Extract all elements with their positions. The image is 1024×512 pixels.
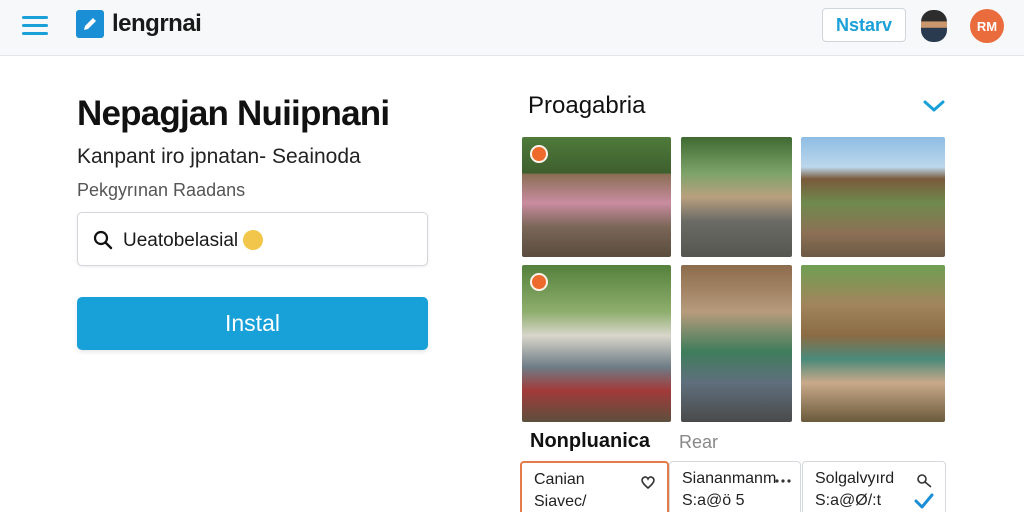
- tab-inactive[interactable]: Rear: [679, 432, 718, 453]
- install-button[interactable]: Instal: [77, 297, 428, 350]
- page-subtitle: Kanpant iro jpnatan- Seainoda: [77, 145, 361, 168]
- user-avatar[interactable]: RM: [970, 9, 1004, 43]
- photo-crowd-road[interactable]: [522, 265, 671, 422]
- card-subtitle: S:a@ö 5: [682, 492, 745, 509]
- search-icon: [93, 230, 113, 250]
- check-icon: [914, 493, 934, 509]
- option-card-selected[interactable]: Canian Siavec/: [520, 461, 669, 512]
- card-title: Siananmanm: [682, 470, 777, 487]
- header-nav-button[interactable]: Nstarv: [822, 8, 906, 42]
- heart-icon[interactable]: [639, 473, 657, 491]
- gallery-title: Proagabria: [528, 92, 646, 119]
- app-name: lengrnai: [112, 10, 202, 37]
- photo-thatched-hut[interactable]: [801, 265, 945, 422]
- pencil-logo-icon: [76, 10, 104, 38]
- card-title: Canian: [534, 471, 585, 488]
- tab-active[interactable]: Nonpluanica: [530, 430, 650, 453]
- card-subtitle: S:a@Ø/:t: [815, 492, 882, 509]
- photo-motorbikes[interactable]: [801, 137, 945, 257]
- top-header: lengrnai Nstarv RM: [0, 0, 1024, 56]
- photo-badge: [530, 273, 548, 291]
- photo-badge: [530, 145, 548, 163]
- hamburger-menu-icon[interactable]: [22, 14, 48, 38]
- key-icon[interactable]: [916, 472, 934, 490]
- page-title: Nepagjan Nuiipnani: [77, 94, 390, 133]
- option-card[interactable]: Solgalvyırd S:a@Ø/:t: [802, 461, 946, 512]
- chevron-down-icon[interactable]: [922, 96, 946, 116]
- search-value: Ueatobelasial: [123, 230, 239, 251]
- search-input[interactable]: Ueatobelasial: [77, 212, 428, 266]
- profile-avatar[interactable]: [921, 10, 947, 42]
- option-card[interactable]: Siananmanm S:a@ö 5: [669, 461, 801, 512]
- ellipsis-icon[interactable]: [774, 472, 792, 490]
- photo-shop-vendor[interactable]: [681, 265, 792, 422]
- search-field-label: Pekgyrınan Raadans: [77, 180, 246, 200]
- card-subtitle: Siavec/: [534, 493, 587, 510]
- photo-people-group[interactable]: [522, 137, 671, 257]
- smiley-emoji-icon: [243, 230, 263, 250]
- card-title: Solgalvyırd: [815, 470, 895, 487]
- photo-village-street[interactable]: [681, 137, 792, 257]
